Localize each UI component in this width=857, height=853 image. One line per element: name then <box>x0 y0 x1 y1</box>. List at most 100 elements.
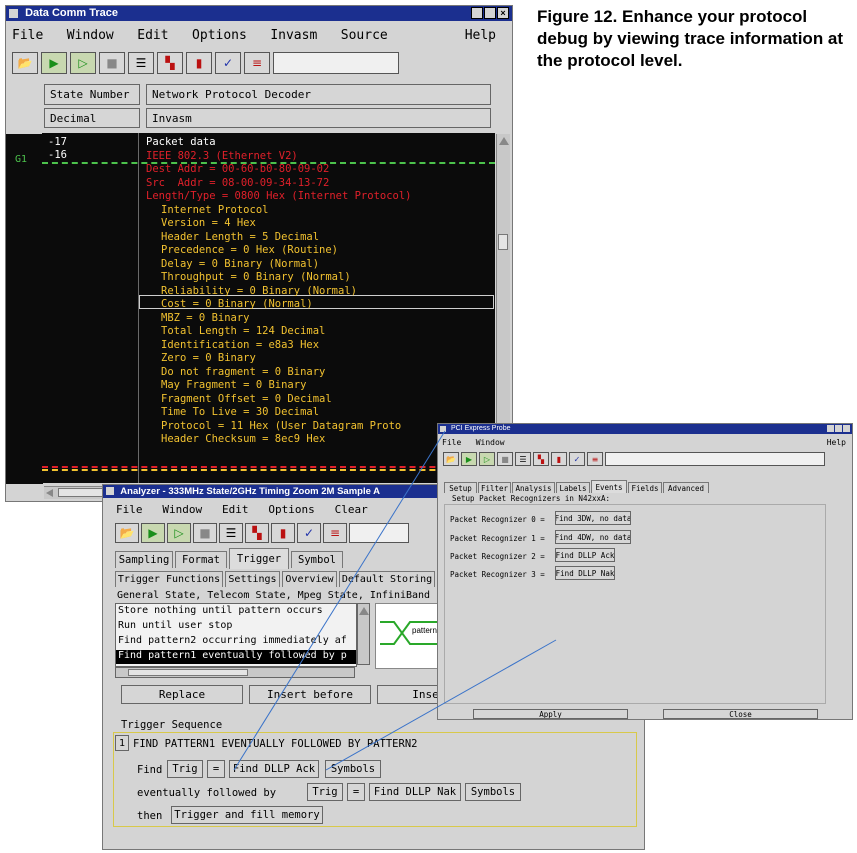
menu-help[interactable]: Help <box>465 26 496 46</box>
subtab-settings[interactable]: Settings <box>225 571 280 587</box>
trig-select-2[interactable]: Trig <box>307 783 343 801</box>
tab-labels[interactable]: Labels <box>556 482 590 493</box>
tab-analysis[interactable]: Analysis <box>512 482 555 493</box>
close-icon[interactable] <box>843 425 850 432</box>
menu-help[interactable]: Help <box>827 436 846 449</box>
apply-button[interactable]: Apply <box>473 709 628 719</box>
window-menu-icon[interactable] <box>9 9 18 18</box>
window-menu-icon[interactable] <box>106 487 114 495</box>
run-repetitive-icon[interactable]: ▷ <box>70 52 96 74</box>
tab-sampling[interactable]: Sampling <box>115 551 173 568</box>
trigger-fill-memory-select[interactable]: Trigger and fill memory <box>171 806 323 824</box>
listing-icon[interactable]: ☰ <box>128 52 154 74</box>
tab-format[interactable]: Format <box>175 551 227 568</box>
menu-window[interactable]: Window <box>67 28 114 43</box>
trigger-function-list[interactable]: Store nothing until pattern occurs Run u… <box>115 603 357 667</box>
maximize-icon[interactable] <box>835 425 842 432</box>
tab-setup[interactable]: Setup <box>444 482 477 493</box>
scroll-up-icon[interactable] <box>358 607 369 615</box>
dc-title-bar[interactable]: Data Comm Trace × <box>6 6 512 21</box>
close-icon[interactable]: × <box>497 7 509 19</box>
menu-file[interactable]: File <box>116 503 143 516</box>
tab-events[interactable]: Events <box>591 480 627 493</box>
properties-icon[interactable]: ≡ <box>587 452 603 466</box>
open-folder-icon[interactable]: 📂 <box>443 452 459 466</box>
check-icon[interactable]: ✓ <box>569 452 585 466</box>
stop-icon[interactable]: ■ <box>193 523 217 543</box>
recognizer-1-button[interactable]: Find 4DW, no data <box>555 530 631 544</box>
window-menu-icon[interactable] <box>440 426 446 432</box>
properties-icon[interactable]: ≡ <box>323 523 347 543</box>
list-item[interactable]: Find pattern2 occurring immediately af <box>118 635 347 646</box>
check-icon[interactable]: ✓ <box>297 523 321 543</box>
run-icon[interactable]: ▶ <box>461 452 477 466</box>
stop-icon[interactable]: ■ <box>99 52 125 74</box>
config-icon[interactable]: ▮ <box>186 52 212 74</box>
subtab-default-storing[interactable]: Default Storing <box>339 571 435 587</box>
overview-icon[interactable]: ▚ <box>533 452 549 466</box>
menu-edit[interactable]: Edit <box>222 503 249 516</box>
menu-clear[interactable]: Clear <box>335 503 368 516</box>
tab-filter[interactable]: Filter <box>478 482 511 493</box>
list-item-selected[interactable]: Find pattern1 eventually followed by p <box>116 650 356 664</box>
column-protocol-decoder[interactable]: Network Protocol Decoder <box>146 84 491 105</box>
open-folder-icon[interactable]: 📂 <box>115 523 139 543</box>
stop-icon[interactable]: ■ <box>497 452 513 466</box>
dc-hscroll-thumb[interactable] <box>128 669 248 676</box>
trace-listing[interactable]: -17 -16 Packet data IEEE 802.3 (Ethernet … <box>42 133 495 483</box>
run-icon[interactable]: ▶ <box>141 523 165 543</box>
open-folder-icon[interactable]: 📂 <box>12 52 38 74</box>
menu-options[interactable]: Options <box>268 503 314 516</box>
config-icon[interactable]: ▮ <box>271 523 295 543</box>
menu-invasm[interactable]: Invasm <box>270 28 317 43</box>
dc-scroll-thumb[interactable] <box>498 234 508 250</box>
menu-file[interactable]: File <box>12 28 43 43</box>
tab-fields[interactable]: Fields <box>628 482 662 493</box>
check-icon[interactable]: ✓ <box>215 52 241 74</box>
config-icon[interactable]: ▮ <box>551 452 567 466</box>
list-horizontal-scrollbar[interactable] <box>115 667 355 678</box>
tab-symbol[interactable]: Symbol <box>291 551 343 568</box>
properties-icon[interactable]: ≡ <box>244 52 270 74</box>
an-toolbar-field[interactable] <box>349 523 409 543</box>
listing-icon[interactable]: ☰ <box>219 523 243 543</box>
list-vertical-scrollbar[interactable] <box>357 603 370 665</box>
find-dllp-ack-button[interactable]: Find DLLP Ack <box>229 760 319 778</box>
list-item[interactable]: Store nothing until pattern occurs <box>118 605 323 616</box>
trig-select-1[interactable]: Trig <box>167 760 203 778</box>
minimize-icon[interactable] <box>471 7 483 19</box>
symbols-button-2[interactable]: Symbols <box>465 783 521 801</box>
close-button[interactable]: Close <box>663 709 818 719</box>
recognizer-0-button[interactable]: Find 3DW, no data <box>555 511 631 525</box>
run-icon[interactable]: ▶ <box>41 52 67 74</box>
overview-icon[interactable]: ▚ <box>157 52 183 74</box>
column-decoder-base[interactable]: Invasm <box>146 108 491 128</box>
equals-select-2[interactable]: = <box>347 783 365 801</box>
subtab-overview[interactable]: Overview <box>282 571 337 587</box>
menu-file[interactable]: File <box>442 438 461 447</box>
pci-toolbar-field[interactable] <box>605 452 825 466</box>
dc-toolbar-field[interactable] <box>273 52 399 74</box>
insert-before-button[interactable]: Insert before <box>249 685 371 704</box>
run-repetitive-icon[interactable]: ▷ <box>479 452 495 466</box>
sequence-step-number[interactable]: 1 <box>115 735 129 751</box>
menu-options[interactable]: Options <box>192 28 247 43</box>
maximize-icon[interactable] <box>484 7 496 19</box>
menu-window[interactable]: Window <box>476 438 505 447</box>
minimize-icon[interactable] <box>827 425 834 432</box>
menu-edit[interactable]: Edit <box>137 28 168 43</box>
menu-source[interactable]: Source <box>341 28 388 43</box>
symbols-button-1[interactable]: Symbols <box>325 760 381 778</box>
recognizer-3-button[interactable]: Find DLLP Nak <box>555 566 615 580</box>
tab-advanced[interactable]: Advanced <box>663 482 709 493</box>
column-state-base[interactable]: Decimal <box>44 108 140 128</box>
column-state-number[interactable]: State Number <box>44 84 140 105</box>
tab-trigger[interactable]: Trigger <box>229 548 289 569</box>
listing-icon[interactable]: ☰ <box>515 452 531 466</box>
run-repetitive-icon[interactable]: ▷ <box>167 523 191 543</box>
recognizer-2-button[interactable]: Find DLLP Ack <box>555 548 615 562</box>
list-item[interactable]: Run until user stop <box>118 620 232 631</box>
equals-select-1[interactable]: = <box>207 760 225 778</box>
scroll-up-icon[interactable] <box>498 137 509 145</box>
subtab-trigger-functions[interactable]: Trigger Functions <box>115 571 223 587</box>
